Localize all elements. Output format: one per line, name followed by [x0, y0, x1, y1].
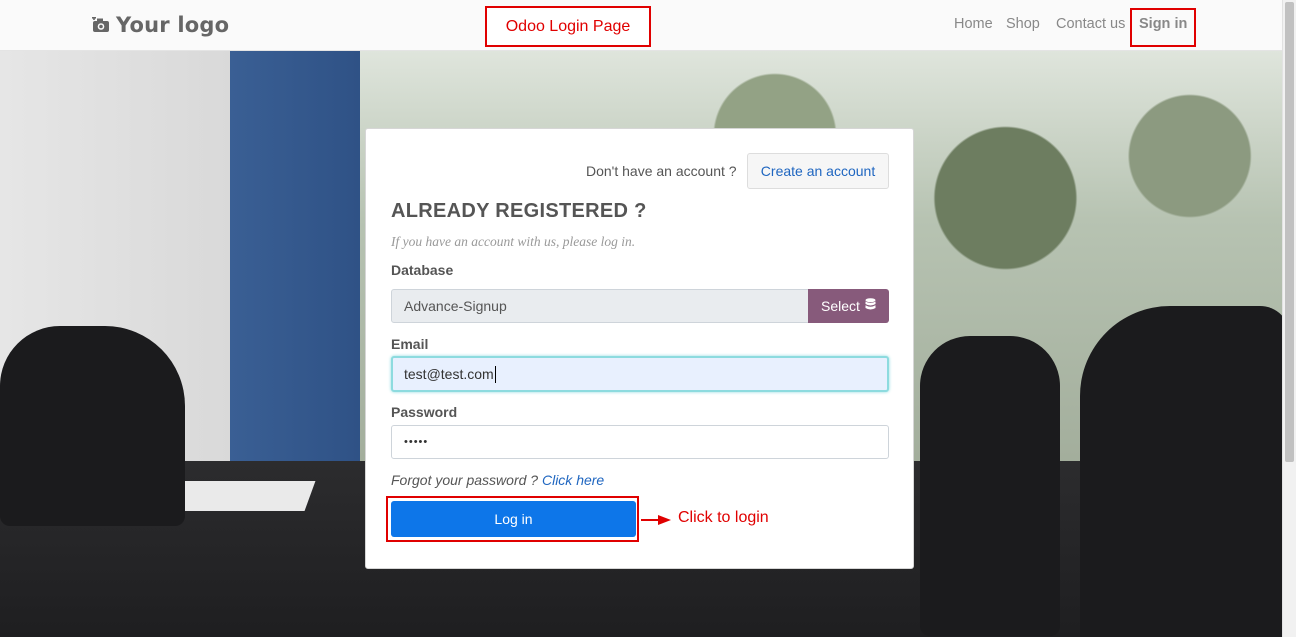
logo-text: Your logo: [116, 13, 230, 37]
database-field[interactable]: Advance-Signup: [391, 289, 809, 323]
vertical-scrollbar[interactable]: [1282, 0, 1296, 637]
background-blue-wall: [230, 51, 360, 471]
forgot-password-text: Forgot your password ?: [391, 472, 539, 488]
database-label: Database: [391, 262, 454, 278]
scrollbar-thumb[interactable]: [1285, 2, 1294, 462]
background-chair: [920, 336, 1060, 636]
login-heading: ALREADY REGISTERED ?: [391, 200, 647, 222]
database-icon: [865, 298, 876, 314]
password-field[interactable]: •••••: [391, 425, 889, 459]
text-caret: [494, 365, 496, 383]
nav-signin-link[interactable]: Sign in: [1139, 16, 1187, 32]
site-logo[interactable]: Your logo: [92, 12, 229, 38]
click-to-login-annotation: Click to login: [678, 509, 769, 526]
login-subtitle: If you have an account with us, please l…: [391, 234, 636, 249]
select-label: Select: [821, 298, 860, 314]
login-button[interactable]: Log in: [391, 501, 636, 537]
nav-shop-link[interactable]: Shop: [1006, 16, 1040, 32]
email-label: Email: [391, 336, 429, 352]
background-chair: [1080, 306, 1282, 637]
database-value: Advance-Signup: [404, 298, 507, 314]
forgot-password-row: Forgot your password ? Click here: [391, 472, 604, 488]
camera-icon: [92, 17, 110, 33]
reset-password-link[interactable]: Click here: [542, 472, 604, 488]
nav-home-link[interactable]: Home: [954, 16, 993, 32]
password-label: Password: [391, 404, 458, 420]
page-title-annotation: Odoo Login Page: [485, 6, 651, 47]
login-card: Don't have an account ? Create an accoun…: [365, 128, 914, 569]
nav-contact-link[interactable]: Contact us: [1056, 16, 1125, 32]
arrow-right-icon: [641, 515, 671, 525]
select-database-button[interactable]: Select: [808, 289, 889, 323]
password-value: •••••: [404, 436, 429, 448]
background-chair: [0, 326, 185, 526]
email-field[interactable]: test@test.com: [391, 356, 889, 392]
no-account-text: Don't have an account ?: [586, 163, 737, 179]
create-account-button[interactable]: Create an account: [747, 153, 889, 189]
email-value: test@test.com: [404, 366, 494, 382]
top-navbar: Your logo Odoo Login Page Home Shop Cont…: [0, 0, 1282, 51]
